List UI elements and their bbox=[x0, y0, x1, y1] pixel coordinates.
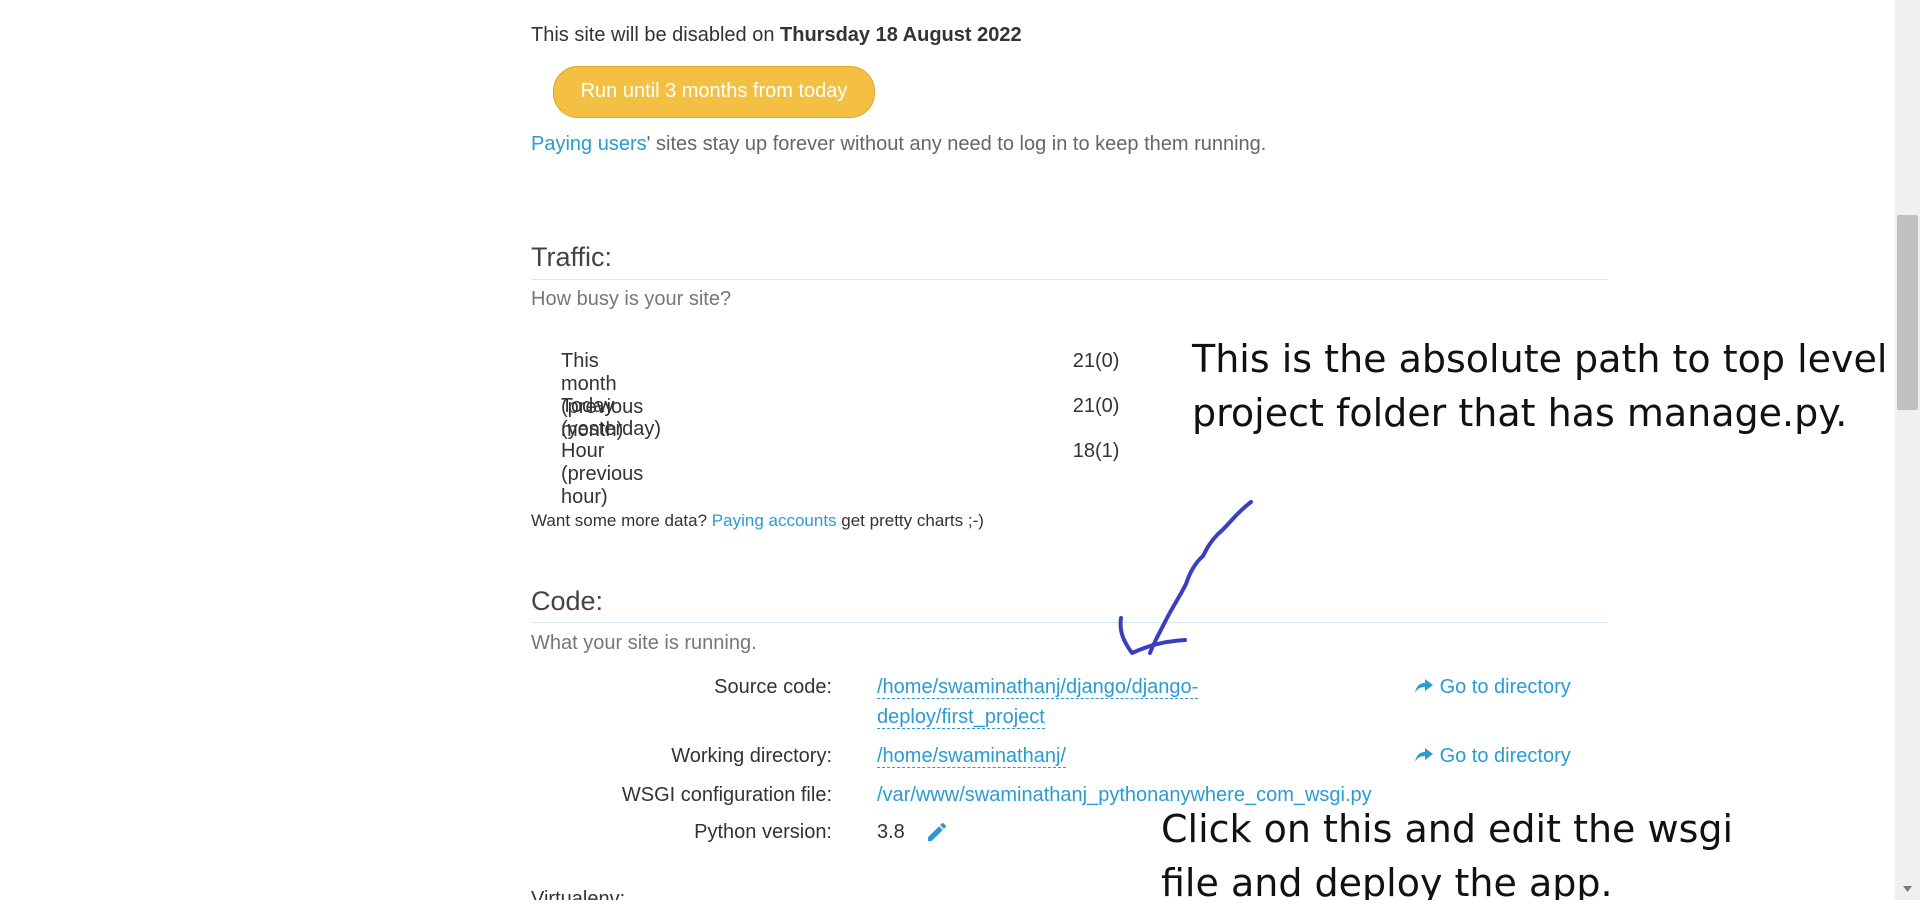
traffic-divider bbox=[531, 279, 1608, 280]
source-code-path-line2[interactable]: deploy/first_project bbox=[877, 706, 1045, 729]
disable-prefix: This site will be disabled on bbox=[531, 24, 781, 46]
paying-accounts-link[interactable]: Paying accounts bbox=[712, 511, 837, 530]
traffic-row-previous: (1) bbox=[1095, 440, 1120, 462]
scrollbar-thumb[interactable] bbox=[1897, 215, 1918, 410]
annotation-bottom-line1: Click on this and edit the wsgi bbox=[1161, 807, 1734, 851]
go-to-working-directory-link[interactable]: Go to directory bbox=[1414, 745, 1571, 768]
virtualenv-label-partial: Virtualenv: bbox=[531, 888, 626, 900]
hand-drawn-arrow bbox=[1118, 500, 1253, 655]
code-divider bbox=[531, 622, 1608, 623]
annotation-bottom-line2: file and deploy the app. bbox=[1161, 861, 1613, 900]
traffic-subtitle: How busy is your site? bbox=[531, 288, 732, 310]
python-version-label: Python version: bbox=[694, 821, 832, 843]
traffic-row-label: Hour (previous hour) bbox=[561, 440, 644, 508]
wsgi-config-label: WSGI configuration file: bbox=[621, 784, 832, 806]
annotation-top: This is the absolute path to top level p… bbox=[1192, 332, 1887, 440]
scroll-down-arrow-icon[interactable] bbox=[1895, 878, 1920, 900]
traffic-row-previous: (0) bbox=[1095, 350, 1120, 372]
go-to-directory-label: Go to directory bbox=[1439, 676, 1571, 698]
go-to-directory-label: Go to directory bbox=[1439, 745, 1571, 767]
more-data-prefix: Want some more data? bbox=[531, 511, 712, 530]
disable-notice: This site will be disabled on Thursday 1… bbox=[531, 24, 1022, 47]
more-data-suffix: get pretty charts ;-) bbox=[836, 511, 984, 530]
more-data-note: Want some more data? Paying accounts get… bbox=[531, 511, 984, 531]
traffic-row-value: 18 bbox=[1072, 440, 1095, 462]
working-directory-label: Working directory: bbox=[671, 745, 832, 767]
traffic-row-value: 21 bbox=[1072, 395, 1095, 417]
traffic-row-value: 21 bbox=[1072, 350, 1095, 372]
annotation-top-line2: project folder that has manage.py. bbox=[1192, 391, 1848, 435]
share-arrow-icon bbox=[1414, 745, 1440, 767]
paying-users-link[interactable]: Paying users bbox=[531, 133, 647, 155]
working-directory-value[interactable]: /home/swaminathanj/ bbox=[877, 745, 1066, 768]
code-title: Code: bbox=[531, 586, 604, 616]
run-until-button[interactable]: Run until 3 months from today bbox=[553, 66, 875, 118]
source-code-path[interactable]: /home/swaminathanj/django/django- deploy… bbox=[877, 672, 1199, 732]
source-code-path-line1[interactable]: /home/swaminathanj/django/django- bbox=[877, 676, 1199, 699]
python-version-value: 3.8 bbox=[877, 821, 905, 843]
traffic-row-previous: (0) bbox=[1095, 395, 1120, 417]
annotation-top-line1: This is the absolute path to top level bbox=[1192, 337, 1888, 381]
traffic-title: Traffic: bbox=[531, 242, 613, 272]
scrollbar[interactable] bbox=[1895, 0, 1920, 900]
working-directory-path[interactable]: /home/swaminathanj/ bbox=[877, 741, 1066, 771]
paying-note: Paying users' sites stay up forever with… bbox=[531, 133, 1266, 156]
annotation-bottom: Click on this and edit the wsgi file and… bbox=[1161, 802, 1733, 900]
code-subtitle: What your site is running. bbox=[531, 632, 757, 654]
share-arrow-icon bbox=[1414, 676, 1440, 698]
disable-date: Thursday 18 August 2022 bbox=[780, 24, 1022, 46]
traffic-row-label: Today (yesterday) bbox=[561, 395, 662, 440]
paying-note-text: ' sites stay up forever without any need… bbox=[646, 133, 1267, 155]
go-to-source-directory-link[interactable]: Go to directory bbox=[1414, 676, 1571, 699]
pencil-icon[interactable] bbox=[925, 820, 949, 844]
source-code-label: Source code: bbox=[714, 676, 832, 698]
